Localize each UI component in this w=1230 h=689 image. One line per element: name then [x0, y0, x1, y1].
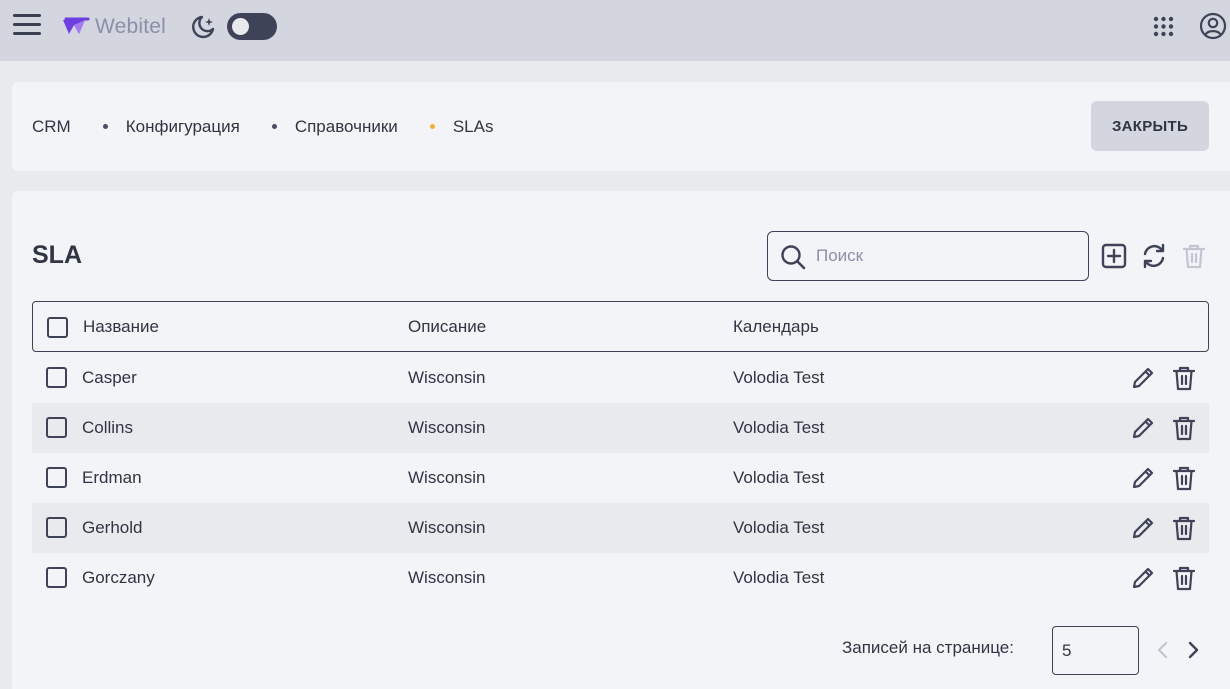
column-header-name[interactable]: Название — [83, 302, 159, 351]
chevron-right-icon[interactable] — [1184, 639, 1202, 661]
breadcrumb: CRM Конфигурация Справочники SLAs — [32, 82, 493, 171]
search-icon — [781, 245, 806, 270]
add-icon[interactable] — [1101, 243, 1127, 269]
webitel-logo-icon — [63, 17, 90, 34]
row-calendar: Volodia Test — [733, 418, 825, 437]
row-calendar: Volodia Test — [733, 518, 825, 537]
table-header: Название Описание Календарь — [32, 301, 1209, 352]
row-name: Casper — [82, 368, 137, 387]
edit-icon[interactable] — [1130, 415, 1156, 441]
breadcrumb-item-crm[interactable]: CRM — [32, 117, 71, 137]
row-description: Wisconsin — [408, 368, 486, 387]
breadcrumb-separator — [271, 124, 277, 129]
trash-icon[interactable] — [1171, 515, 1197, 541]
row-checkbox[interactable] — [46, 367, 67, 388]
apps-grid-icon[interactable] — [1153, 16, 1174, 37]
trash-icon[interactable] — [1171, 565, 1197, 591]
trash-icon[interactable] — [1171, 415, 1197, 441]
row-description: Wisconsin — [408, 468, 486, 487]
logo-text: Webitel — [95, 15, 167, 38]
chevron-left-icon[interactable] — [1154, 639, 1172, 661]
row-description: Wisconsin — [408, 418, 486, 437]
breadcrumb-separator-active — [429, 124, 435, 129]
breadcrumb-label: Справочники — [294, 116, 398, 136]
search-input[interactable] — [816, 242, 1076, 270]
trash-icon[interactable] — [1171, 365, 1197, 391]
per-page-label: Записей на странице: — [842, 638, 1014, 657]
breadcrumb-item-slas: SLAs — [398, 116, 494, 137]
delete-icon[interactable] — [1181, 243, 1207, 269]
column-header-calendar[interactable]: Календарь — [733, 302, 819, 351]
edit-icon[interactable] — [1130, 515, 1156, 541]
edit-icon[interactable] — [1130, 365, 1156, 391]
page-title: SLA — [32, 241, 82, 269]
trash-icon[interactable] — [1171, 465, 1197, 491]
row-checkbox[interactable] — [46, 567, 67, 588]
row-name: Gorczany — [82, 568, 155, 587]
breadcrumb-label: SLAs — [452, 116, 494, 136]
search-box[interactable] — [767, 231, 1089, 281]
menu-icon[interactable] — [13, 14, 41, 38]
breadcrumb-label: CRM — [32, 116, 71, 136]
table-row[interactable]: Collins Wisconsin Volodia Test — [32, 403, 1209, 453]
row-description: Wisconsin — [408, 518, 486, 537]
top-bar: Webitel — [0, 0, 1230, 61]
row-name: Gerhold — [82, 518, 143, 537]
table-row[interactable]: Erdman Wisconsin Volodia Test — [32, 453, 1209, 503]
breadcrumb-panel: CRM Конфигурация Справочники SLAs ЗАКРЫТ… — [12, 82, 1230, 171]
toggle-knob — [232, 18, 249, 35]
edit-icon[interactable] — [1130, 565, 1156, 591]
moon-icon — [192, 15, 215, 39]
row-checkbox[interactable] — [46, 517, 67, 538]
row-calendar: Volodia Test — [733, 368, 825, 387]
edit-icon[interactable] — [1130, 465, 1156, 491]
table-row[interactable]: Casper Wisconsin Volodia Test — [32, 353, 1209, 403]
row-description: Wisconsin — [408, 568, 486, 587]
close-button[interactable]: ЗАКРЫТЬ — [1091, 101, 1209, 151]
breadcrumb-item-directories[interactable]: Справочники — [240, 117, 398, 137]
select-all-checkbox[interactable] — [47, 317, 68, 338]
refresh-icon[interactable] — [1141, 243, 1167, 269]
breadcrumb-item-configuration[interactable]: Конфигурация — [71, 117, 240, 137]
app-logo[interactable]: Webitel — [62, 13, 166, 41]
row-calendar: Volodia Test — [733, 468, 825, 487]
row-checkbox[interactable] — [46, 417, 67, 438]
main-panel: SLA Название Описание Календарь Casper W… — [12, 191, 1230, 689]
breadcrumb-separator — [102, 124, 108, 129]
user-account-icon[interactable] — [1199, 12, 1227, 40]
row-calendar: Volodia Test — [733, 568, 825, 587]
breadcrumb-label: Конфигурация — [125, 116, 240, 136]
row-name: Erdman — [82, 468, 142, 487]
table-row[interactable]: Gerhold Wisconsin Volodia Test — [32, 503, 1209, 553]
table-row[interactable]: Gorczany Wisconsin Volodia Test — [32, 553, 1209, 603]
per-page-select[interactable]: 5 — [1052, 626, 1139, 675]
row-checkbox[interactable] — [46, 467, 67, 488]
row-name: Collins — [82, 418, 134, 437]
column-header-description[interactable]: Описание — [408, 302, 486, 351]
theme-toggle[interactable] — [227, 13, 277, 40]
